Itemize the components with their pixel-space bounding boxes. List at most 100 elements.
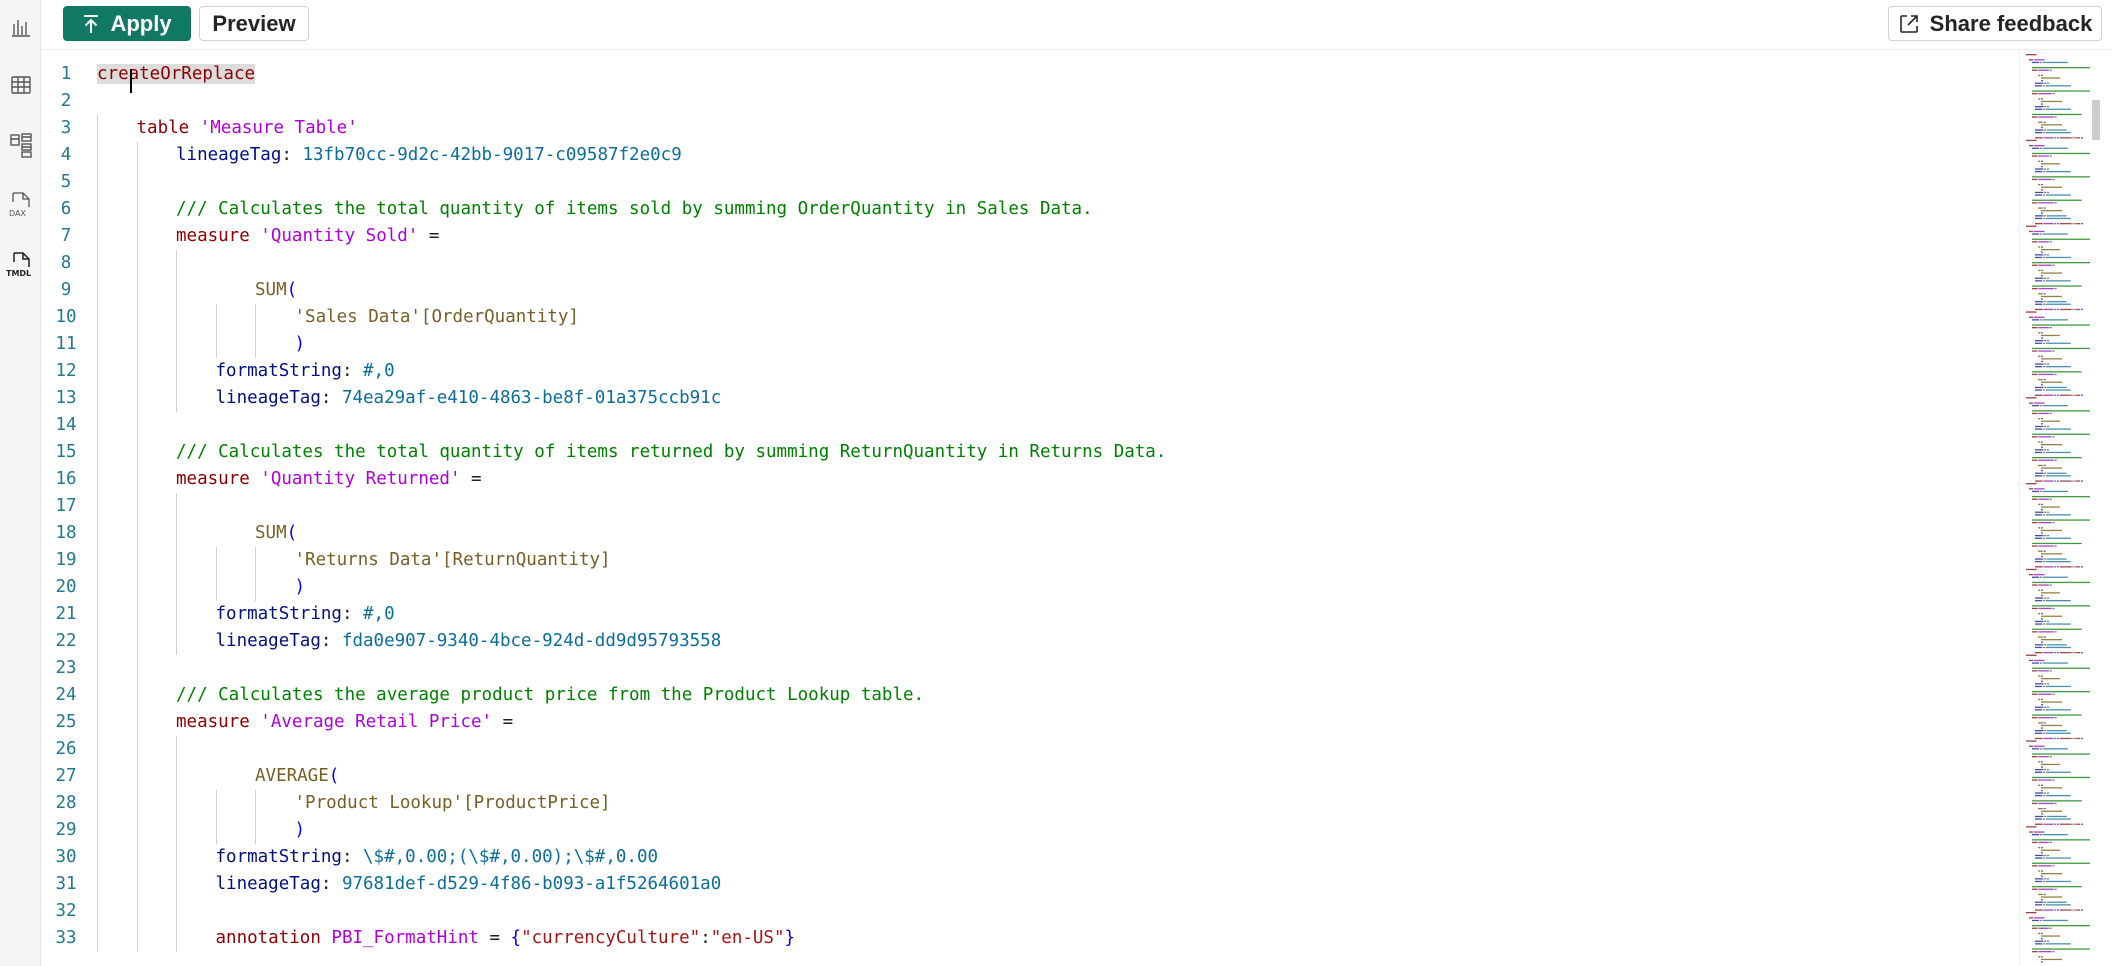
minimap-stroke	[2042, 233, 2068, 235]
minimap-stroke	[2045, 709, 2071, 711]
minimap-stroke	[2049, 841, 2052, 844]
table-grid-icon	[11, 76, 31, 94]
apply-button[interactable]: Apply	[63, 6, 191, 41]
minimap-stroke	[2059, 394, 2072, 396]
minimap-stroke	[2029, 574, 2034, 576]
code-token: 'Product Lookup'[ProductPrice]	[294, 793, 611, 813]
minimap-stroke	[2035, 256, 2042, 259]
minimap-stroke	[2044, 301, 2047, 303]
code-line: 28 'Product Lookup'[ProductPrice]	[41, 790, 2001, 817]
minimap-stroke	[2045, 685, 2071, 688]
minimap-stroke	[2047, 472, 2067, 474]
minimap-stroke	[2032, 800, 2082, 802]
minimap-stroke	[2039, 490, 2042, 493]
minimap-stroke	[2035, 449, 2044, 451]
minimap-stroke	[2045, 132, 2071, 134]
indent-guide	[255, 547, 256, 601]
minimap[interactable]	[2019, 50, 2100, 966]
minimap-stroke	[2032, 498, 2038, 500]
minimap-stroke	[2038, 522, 2052, 524]
minimap-stroke	[2045, 818, 2071, 820]
minimap-stroke	[2049, 241, 2052, 243]
minimap-stroke	[2072, 823, 2075, 825]
minimap-stroke	[2072, 480, 2075, 482]
minimap-stroke	[2038, 246, 2041, 248]
minimap-stroke	[2041, 553, 2062, 555]
share-feedback-button[interactable]: Share feedback	[1888, 6, 2102, 41]
line-number: 16	[55, 469, 77, 489]
tmdl-code-editor[interactable]: 1 createOrReplace 2 3 table 'Measure Table' 4…	[41, 50, 2112, 966]
minimap-stroke	[2038, 613, 2041, 615]
code-token: lineageTag	[215, 631, 321, 651]
minimap-stroke	[2041, 334, 2060, 337]
minimap-stroke	[2075, 823, 2081, 825]
minimap-stroke	[2035, 815, 2044, 818]
minimap-stroke	[2049, 670, 2052, 672]
minimap-stroke	[2044, 254, 2047, 256]
scrollbar-thumb[interactable]	[2092, 100, 2100, 140]
minimap-stroke	[2044, 425, 2047, 428]
minimap-stroke	[2040, 418, 2043, 420]
minimap-stroke	[2038, 464, 2043, 467]
minimap-stroke	[2041, 444, 2062, 446]
code-line: 18 SUM(	[41, 520, 2001, 547]
minimap-stroke	[2057, 480, 2059, 482]
code-text: lineageTag: 97681def-d529-4f86-b093-a1f5…	[216, 871, 722, 898]
minimap-stroke	[2044, 363, 2047, 365]
minimap-stroke	[2045, 475, 2071, 477]
minimap-stroke	[2042, 319, 2068, 321]
minimap-stroke	[2075, 308, 2081, 311]
minimap-stroke	[2041, 186, 2062, 188]
minimap-stroke	[2032, 607, 2038, 610]
minimap-stroke	[2032, 584, 2038, 586]
minimap-stroke	[2042, 217, 2045, 220]
minimap-stroke	[2042, 132, 2045, 134]
minimap-stroke	[2045, 880, 2071, 883]
minimap-stroke	[2045, 194, 2071, 196]
minimap-stroke	[2041, 787, 2062, 789]
minimap-stroke	[2032, 841, 2038, 844]
minimap-stroke	[2038, 589, 2041, 591]
model-view-button[interactable]	[6, 130, 36, 160]
minimap-stroke	[2040, 698, 2043, 701]
minimap-stroke	[2072, 566, 2075, 568]
minimap-stroke	[2049, 412, 2052, 415]
tmdl-view-button[interactable]: TMDL	[6, 250, 36, 280]
minimap-stroke	[2075, 394, 2081, 396]
minimap-stroke	[2047, 535, 2050, 537]
minimap-stroke	[2041, 77, 2060, 79]
minimap-stroke	[2043, 808, 2046, 810]
minimap-stroke	[2042, 943, 2045, 945]
minimap-stroke	[2075, 137, 2081, 139]
preview-button[interactable]: Preview	[199, 6, 309, 41]
code-line: 29)	[41, 817, 2001, 844]
minimap-stroke	[2041, 594, 2043, 597]
minimap-stroke	[2044, 878, 2047, 880]
minimap-stroke	[2054, 394, 2057, 396]
report-view-button[interactable]	[6, 12, 36, 42]
code-line: 19 'Returns Data'[ReturnQuantity]	[41, 547, 2001, 574]
minimap-stroke	[2032, 490, 2039, 493]
code-token: "currencyCulture"	[521, 928, 701, 948]
code-line: 16 measure 'Quantity Returned' =	[41, 466, 2001, 493]
minimap-stroke	[2035, 709, 2042, 711]
minimap-stroke	[2047, 340, 2050, 342]
minimap-stroke	[2041, 958, 2062, 961]
minimap-stroke	[2041, 275, 2043, 277]
minimap-stroke	[2038, 951, 2052, 953]
minimap-stroke	[2044, 620, 2047, 623]
minimap-stroke	[2035, 771, 2042, 773]
dax-query-view-button[interactable]: DAX	[6, 190, 36, 220]
minimap-stroke	[2038, 717, 2054, 719]
minimap-stroke	[2032, 862, 2090, 864]
minimap-stroke	[2041, 592, 2060, 594]
table-view-button[interactable]	[6, 70, 36, 100]
minimap-stroke	[2040, 784, 2043, 786]
minimap-stroke	[2042, 732, 2045, 734]
minimap-stroke	[2035, 901, 2044, 903]
minimap-stroke	[2038, 241, 2049, 243]
minimap-stroke	[2035, 475, 2042, 477]
minimap-stroke	[2059, 137, 2072, 139]
minimap-stroke	[2043, 293, 2046, 295]
minimap-stroke	[2038, 503, 2041, 506]
